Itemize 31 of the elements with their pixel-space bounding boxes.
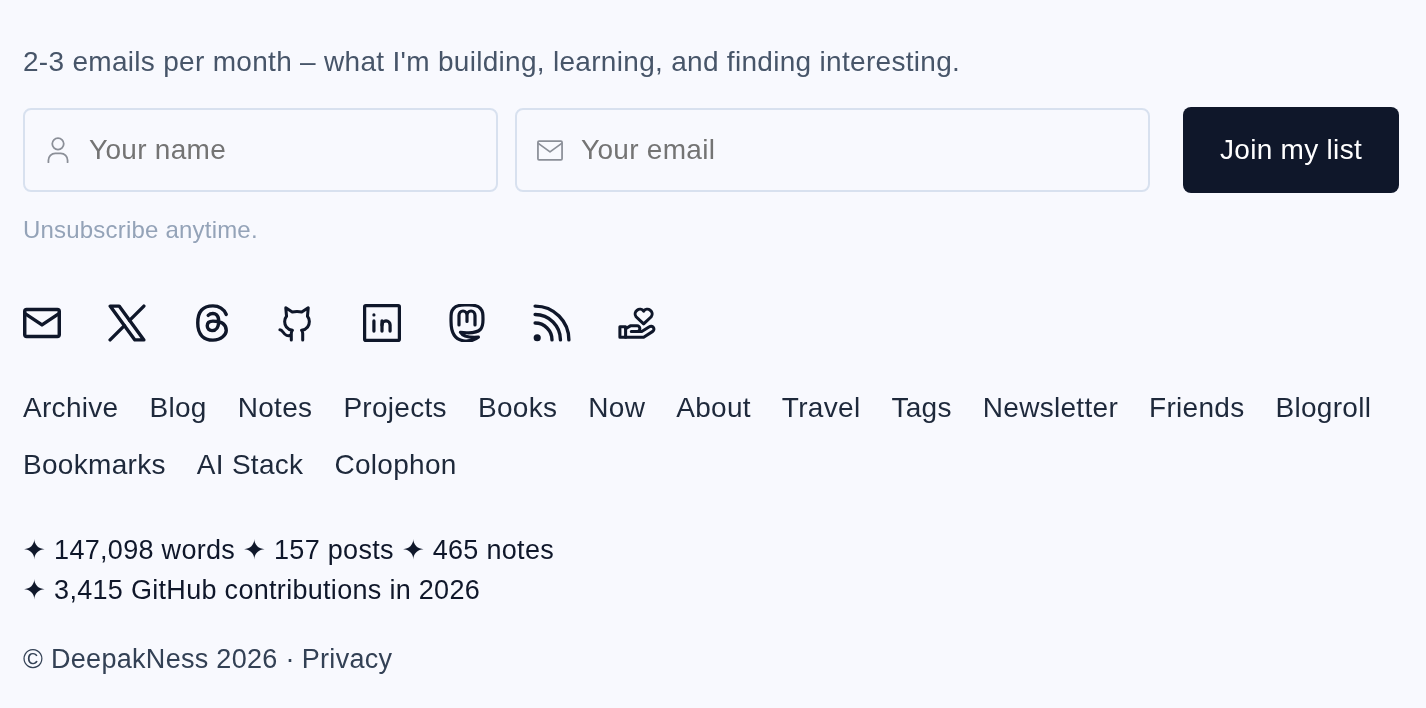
nav-link[interactable]: About — [676, 391, 751, 425]
nav-link[interactable]: Now — [588, 391, 646, 425]
unsubscribe-note: Unsubscribe anytime. — [23, 215, 259, 245]
nav-link[interactable]: Tags — [891, 391, 952, 425]
x-logo-icon[interactable] — [108, 304, 146, 342]
nav-link[interactable]: Bookmarks — [23, 448, 166, 482]
join-button[interactable]: Join my list — [1183, 107, 1399, 193]
envelope-icon — [537, 140, 563, 161]
nav-link[interactable]: AI Stack — [196, 448, 304, 482]
person-icon — [45, 137, 71, 163]
threads-logo-icon[interactable] — [193, 304, 231, 342]
privacy-link[interactable]: Privacy — [301, 641, 393, 677]
nav-link[interactable]: Blogroll — [1275, 391, 1372, 425]
mastodon-logo-icon[interactable] — [448, 304, 486, 342]
nav-link[interactable]: Newsletter — [982, 391, 1119, 425]
rss-icon[interactable] — [533, 304, 571, 342]
email-field[interactable]: Your email — [515, 108, 1150, 192]
nav-link[interactable]: Archive — [23, 391, 119, 425]
name-field[interactable]: Your name — [23, 108, 498, 192]
stats-line: ✦ 3,415 GitHub contributions in 2026 — [23, 574, 482, 607]
nav-link[interactable]: Friends — [1149, 391, 1245, 425]
nav-link[interactable]: Books — [477, 391, 558, 425]
nav-link[interactable]: Blog — [149, 391, 207, 425]
intro-text: 2-3 emails per month – what I'm building, learning, and finding interesting. — [23, 45, 962, 79]
linkedin-logo-icon[interactable] — [363, 304, 401, 342]
stats-line: ✦ 147,098 words ✦ 157 posts ✦ 465 notes — [23, 534, 555, 567]
copyright-text: © DeepakNess 2026 · — [23, 643, 295, 676]
nav-link[interactable]: Notes — [237, 391, 313, 425]
nav-link[interactable]: Colophon — [334, 448, 457, 482]
nav-link[interactable]: Travel — [781, 391, 861, 425]
nav-link[interactable]: Projects — [343, 391, 447, 425]
